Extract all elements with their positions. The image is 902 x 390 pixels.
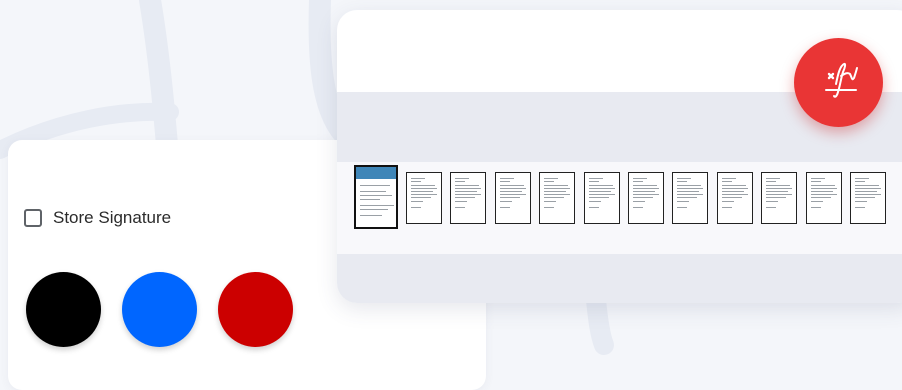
page-thumbnail[interactable] <box>628 172 664 224</box>
page-thumbnail[interactable] <box>450 172 487 224</box>
store-signature-row[interactable]: Store Signature <box>24 208 171 228</box>
store-signature-checkbox[interactable] <box>24 209 42 227</box>
page-thumbnail[interactable] <box>761 172 798 224</box>
signature-icon <box>824 62 858 98</box>
page-thumbnail[interactable] <box>716 172 753 224</box>
store-signature-label: Store Signature <box>53 208 172 227</box>
color-swatch-blue[interactable] <box>122 272 197 347</box>
page-thumbnail[interactable] <box>494 172 531 224</box>
page-thumbnail[interactable] <box>583 172 620 224</box>
sign-fab-button[interactable] <box>794 38 883 127</box>
color-swatch-black[interactable] <box>26 272 101 347</box>
page-thumbnail[interactable] <box>406 172 442 224</box>
page-thumbnail[interactable] <box>672 172 709 224</box>
color-swatch-red[interactable] <box>218 272 293 347</box>
page-thumbnail[interactable] <box>805 172 842 224</box>
page-thumbnail[interactable] <box>850 172 886 224</box>
page-thumbnail[interactable] <box>539 172 576 224</box>
page-thumbnail[interactable] <box>354 165 398 229</box>
viewer-footer-band <box>337 254 902 303</box>
